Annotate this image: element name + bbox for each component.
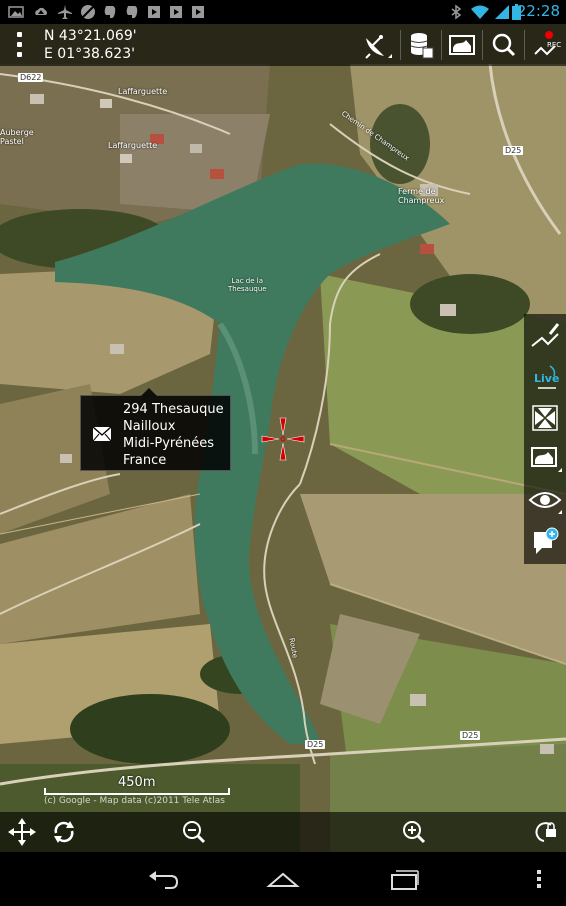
gps-coordinates: N 43°21.069' E 01°38.623' — [44, 27, 137, 63]
screen: Lac de la Thesauque Laffarguette Laffargu… — [0, 0, 566, 906]
rotate-button[interactable] — [44, 813, 84, 851]
search-icon — [492, 33, 516, 57]
popup-address-lines: 294 Thesauque Nailloux Midi-Pyrénées Fra… — [123, 401, 224, 469]
rotate-icon — [54, 821, 74, 843]
home-icon — [266, 872, 300, 887]
lock-rotation-button[interactable] — [524, 813, 564, 851]
zoom-in-button[interactable] — [394, 813, 434, 851]
lake-label: Lac de la Thesauque — [228, 277, 267, 293]
record-track-button[interactable]: REC — [525, 26, 565, 64]
road-badge: D25 — [503, 146, 524, 155]
signal-icon — [494, 4, 510, 20]
status-time: 22:28 — [516, 2, 560, 20]
add-point-icon — [534, 527, 559, 554]
airplane-icon — [57, 4, 73, 20]
menu-dot — [17, 52, 22, 57]
visibility-icon — [528, 492, 562, 514]
longitude-readout: E 01°38.623' — [44, 46, 135, 62]
menu-dot — [17, 32, 22, 37]
database-button[interactable] — [401, 26, 441, 64]
map-scale-bar: 450m — [44, 775, 230, 795]
back-button[interactable] — [143, 864, 183, 894]
road-badge: D622 — [18, 73, 44, 82]
menu-dot — [17, 42, 22, 47]
recent-apps-button[interactable] — [384, 864, 424, 894]
evernote-icon — [102, 4, 118, 20]
zoom-in-icon — [403, 821, 426, 844]
status-bar: 22:28 — [0, 0, 566, 24]
address-line-city: Nailloux — [123, 419, 176, 434]
address-line-region: Midi-Pyrénées — [123, 436, 214, 451]
lock-rotation-icon — [535, 822, 556, 842]
image-icon — [8, 4, 24, 20]
road-badge: D25 — [305, 740, 326, 749]
latitude-readout: N 43°21.069' — [44, 28, 137, 44]
toolbar-separator — [482, 30, 483, 60]
address-popup[interactable]: 294 Thesauque Nailloux Midi-Pyrénées Fra… — [80, 388, 231, 471]
satellite-dish-icon — [365, 35, 392, 59]
database-icon — [410, 33, 434, 59]
draw-route-button[interactable] — [524, 316, 566, 356]
menu-button[interactable] — [10, 30, 30, 60]
recent-apps-icon — [391, 870, 419, 890]
overflow-menu-icon — [537, 870, 541, 888]
map-attribution: (c) Google - Map data (c)2011 Tele Atlas — [44, 796, 225, 806]
mail-icon — [92, 426, 112, 442]
live-tracking-icon: Live — [534, 365, 559, 389]
add-point-button[interactable] — [524, 522, 566, 562]
place-label-laffarguette-2: Laffarguette — [108, 141, 158, 150]
home-button[interactable] — [263, 864, 303, 894]
map-layers-button[interactable] — [524, 438, 566, 478]
move-button[interactable] — [2, 813, 42, 851]
play-store-icon — [190, 4, 206, 20]
bluetooth-off-icon — [448, 4, 464, 20]
cloud-upload-icon — [33, 4, 49, 20]
place-label-ferme: Ferme de Champreux — [398, 187, 445, 205]
svg-text:Live: Live — [534, 372, 559, 385]
map-button[interactable] — [442, 26, 482, 64]
satellite-dish-button[interactable] — [354, 26, 394, 64]
draw-route-icon — [531, 323, 560, 347]
play-store-icon — [168, 4, 184, 20]
move-icon — [8, 818, 36, 846]
navigation-bar — [0, 852, 566, 906]
address-line-street: 294 Thesauque — [123, 402, 224, 417]
road-badge: D25 — [460, 731, 481, 740]
zoom-out-icon — [183, 821, 206, 844]
side-toolbar: Live — [524, 314, 566, 564]
back-icon — [149, 871, 179, 889]
map-layers-icon — [531, 447, 562, 472]
center-gps-button[interactable] — [524, 398, 566, 438]
wifi-icon — [470, 4, 490, 20]
disabled-icon — [80, 4, 96, 20]
visibility-button[interactable] — [524, 480, 566, 520]
search-button[interactable] — [484, 26, 524, 64]
play-store-icon — [146, 4, 162, 20]
address-line-country: France — [123, 453, 167, 468]
place-label-laffarguette: Laffarguette — [118, 87, 168, 96]
place-label-auberge: Auberge Pastel — [0, 128, 34, 146]
map-icon — [449, 35, 475, 55]
center-gps-icon — [532, 405, 558, 431]
crosshair-icon — [261, 417, 305, 461]
zoom-out-button[interactable] — [174, 813, 214, 851]
scale-line — [44, 788, 230, 795]
overflow-menu-button[interactable] — [524, 864, 554, 894]
record-track-icon: REC — [534, 31, 561, 56]
evernote-icon — [124, 4, 140, 20]
top-toolbar: N 43°21.069' E 01°38.623' REC — [0, 24, 566, 66]
bottom-toolbar — [0, 812, 566, 852]
live-tracking-button[interactable]: Live — [524, 356, 566, 396]
